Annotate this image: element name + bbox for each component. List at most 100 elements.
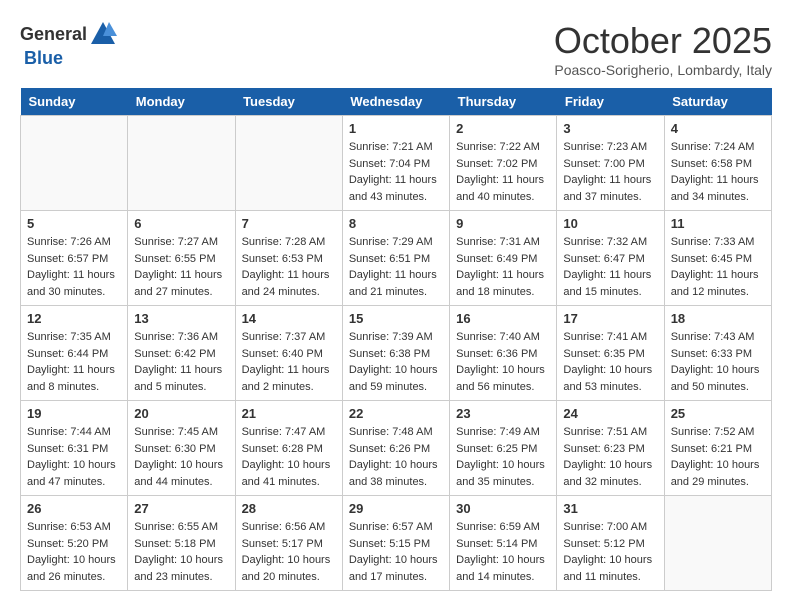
day-info: Sunrise: 6:57 AM Sunset: 5:15 PM Dayligh… (349, 519, 443, 585)
day-number: 21 (242, 406, 336, 421)
day-number: 7 (242, 216, 336, 231)
day-info: Sunrise: 7:44 AM Sunset: 6:31 PM Dayligh… (27, 424, 121, 490)
day-number: 20 (134, 406, 228, 421)
day-number: 27 (134, 501, 228, 516)
day-number: 1 (349, 121, 443, 136)
day-info: Sunrise: 7:48 AM Sunset: 6:26 PM Dayligh… (349, 424, 443, 490)
day-number: 9 (456, 216, 550, 231)
day-info: Sunrise: 7:32 AM Sunset: 6:47 PM Dayligh… (563, 234, 657, 300)
calendar-cell (21, 116, 128, 211)
logo: General Blue (20, 20, 117, 69)
day-number: 24 (563, 406, 657, 421)
day-info: Sunrise: 7:21 AM Sunset: 7:04 PM Dayligh… (349, 139, 443, 205)
day-number: 14 (242, 311, 336, 326)
day-number: 29 (349, 501, 443, 516)
calendar-cell: 13 Sunrise: 7:36 AM Sunset: 6:42 PM Dayli… (128, 306, 235, 401)
day-number: 8 (349, 216, 443, 231)
day-info: Sunrise: 7:35 AM Sunset: 6:44 PM Dayligh… (27, 329, 121, 395)
day-number: 10 (563, 216, 657, 231)
calendar-cell: 10 Sunrise: 7:32 AM Sunset: 6:47 PM Dayli… (557, 211, 664, 306)
calendar-cell: 19 Sunrise: 7:44 AM Sunset: 6:31 PM Dayli… (21, 401, 128, 496)
day-info: Sunrise: 6:55 AM Sunset: 5:18 PM Dayligh… (134, 519, 228, 585)
day-number: 30 (456, 501, 550, 516)
day-header-wednesday: Wednesday (342, 88, 449, 116)
calendar-cell (128, 116, 235, 211)
day-number: 17 (563, 311, 657, 326)
day-number: 22 (349, 406, 443, 421)
calendar-cell: 29 Sunrise: 6:57 AM Sunset: 5:15 PM Dayli… (342, 496, 449, 591)
calendar-cell: 27 Sunrise: 6:55 AM Sunset: 5:18 PM Dayli… (128, 496, 235, 591)
day-number: 23 (456, 406, 550, 421)
day-info: Sunrise: 7:00 AM Sunset: 5:12 PM Dayligh… (563, 519, 657, 585)
day-header-thursday: Thursday (450, 88, 557, 116)
day-info: Sunrise: 7:37 AM Sunset: 6:40 PM Dayligh… (242, 329, 336, 395)
calendar-cell: 25 Sunrise: 7:52 AM Sunset: 6:21 PM Dayli… (664, 401, 771, 496)
title-block: October 2025 Poasco-Sorigherio, Lombardy… (554, 20, 772, 78)
day-info: Sunrise: 7:49 AM Sunset: 6:25 PM Dayligh… (456, 424, 550, 490)
day-info: Sunrise: 7:27 AM Sunset: 6:55 PM Dayligh… (134, 234, 228, 300)
calendar-cell: 20 Sunrise: 7:45 AM Sunset: 6:30 PM Dayli… (128, 401, 235, 496)
calendar-cell: 21Sunrise: 7:47 AM Sunset: 6:28 PM Dayli… (235, 401, 342, 496)
day-info: Sunrise: 6:59 AM Sunset: 5:14 PM Dayligh… (456, 519, 550, 585)
calendar-week-row: 1 Sunrise: 7:21 AM Sunset: 7:04 PM Daylig… (21, 116, 772, 211)
location-text: Poasco-Sorigherio, Lombardy, Italy (554, 62, 772, 78)
calendar-cell (664, 496, 771, 591)
day-number: 11 (671, 216, 765, 231)
day-info: Sunrise: 7:33 AM Sunset: 6:45 PM Dayligh… (671, 234, 765, 300)
day-number: 12 (27, 311, 121, 326)
calendar-cell: 22 Sunrise: 7:48 AM Sunset: 6:26 PM Dayli… (342, 401, 449, 496)
calendar-cell: 16 Sunrise: 7:40 AM Sunset: 6:36 PM Dayli… (450, 306, 557, 401)
page-header: General Blue October 2025 Poasco-Sorighe… (20, 20, 772, 78)
calendar-table: SundayMondayTuesdayWednesdayThursdayFrid… (20, 88, 772, 591)
calendar-cell: 6 Sunrise: 7:27 AM Sunset: 6:55 PM Daylig… (128, 211, 235, 306)
day-info: Sunrise: 7:36 AM Sunset: 6:42 PM Dayligh… (134, 329, 228, 395)
calendar-cell: 24 Sunrise: 7:51 AM Sunset: 6:23 PM Dayli… (557, 401, 664, 496)
day-info: Sunrise: 7:43 AM Sunset: 6:33 PM Dayligh… (671, 329, 765, 395)
calendar-cell: 4 Sunrise: 7:24 AM Sunset: 6:58 PM Daylig… (664, 116, 771, 211)
calendar-week-row: 5 Sunrise: 7:26 AM Sunset: 6:57 PM Daylig… (21, 211, 772, 306)
day-header-saturday: Saturday (664, 88, 771, 116)
calendar-week-row: 19 Sunrise: 7:44 AM Sunset: 6:31 PM Dayli… (21, 401, 772, 496)
day-info: Sunrise: 7:52 AM Sunset: 6:21 PM Dayligh… (671, 424, 765, 490)
day-number: 25 (671, 406, 765, 421)
day-number: 16 (456, 311, 550, 326)
day-number: 5 (27, 216, 121, 231)
day-info: Sunrise: 7:23 AM Sunset: 7:00 PM Dayligh… (563, 139, 657, 205)
calendar-cell: 7 Sunrise: 7:28 AM Sunset: 6:53 PM Daylig… (235, 211, 342, 306)
calendar-cell: 3Sunrise: 7:23 AM Sunset: 7:00 PM Daylig… (557, 116, 664, 211)
day-info: Sunrise: 7:28 AM Sunset: 6:53 PM Dayligh… (242, 234, 336, 300)
day-number: 4 (671, 121, 765, 136)
calendar-cell: 12 Sunrise: 7:35 AM Sunset: 6:44 PM Dayli… (21, 306, 128, 401)
day-info: Sunrise: 7:26 AM Sunset: 6:57 PM Dayligh… (27, 234, 121, 300)
calendar-cell: 14 Sunrise: 7:37 AM Sunset: 6:40 PM Dayli… (235, 306, 342, 401)
calendar-cell: 1 Sunrise: 7:21 AM Sunset: 7:04 PM Daylig… (342, 116, 449, 211)
logo-icon (89, 20, 117, 48)
calendar-cell: 30 Sunrise: 6:59 AM Sunset: 5:14 PM Dayli… (450, 496, 557, 591)
day-number: 26 (27, 501, 121, 516)
calendar-cell: 26Sunrise: 6:53 AM Sunset: 5:20 PM Dayli… (21, 496, 128, 591)
calendar-cell: 23 Sunrise: 7:49 AM Sunset: 6:25 PM Dayli… (450, 401, 557, 496)
logo-general-text: General (20, 24, 87, 45)
calendar-week-row: 12 Sunrise: 7:35 AM Sunset: 6:44 PM Dayli… (21, 306, 772, 401)
day-number: 13 (134, 311, 228, 326)
calendar-cell: 2Sunrise: 7:22 AM Sunset: 7:02 PM Daylig… (450, 116, 557, 211)
day-info: Sunrise: 7:24 AM Sunset: 6:58 PM Dayligh… (671, 139, 765, 205)
day-header-tuesday: Tuesday (235, 88, 342, 116)
calendar-week-row: 26Sunrise: 6:53 AM Sunset: 5:20 PM Dayli… (21, 496, 772, 591)
day-number: 15 (349, 311, 443, 326)
day-info: Sunrise: 7:40 AM Sunset: 6:36 PM Dayligh… (456, 329, 550, 395)
day-number: 31 (563, 501, 657, 516)
day-info: Sunrise: 7:51 AM Sunset: 6:23 PM Dayligh… (563, 424, 657, 490)
day-number: 28 (242, 501, 336, 516)
day-header-friday: Friday (557, 88, 664, 116)
day-info: Sunrise: 7:29 AM Sunset: 6:51 PM Dayligh… (349, 234, 443, 300)
calendar-cell: 17Sunrise: 7:41 AM Sunset: 6:35 PM Dayli… (557, 306, 664, 401)
day-number: 18 (671, 311, 765, 326)
calendar-cell: 11 Sunrise: 7:33 AM Sunset: 6:45 PM Dayli… (664, 211, 771, 306)
day-number: 2 (456, 121, 550, 136)
day-number: 19 (27, 406, 121, 421)
calendar-cell: 8 Sunrise: 7:29 AM Sunset: 6:51 PM Daylig… (342, 211, 449, 306)
logo-blue-text: Blue (24, 48, 63, 69)
day-number: 6 (134, 216, 228, 231)
day-info: Sunrise: 7:45 AM Sunset: 6:30 PM Dayligh… (134, 424, 228, 490)
